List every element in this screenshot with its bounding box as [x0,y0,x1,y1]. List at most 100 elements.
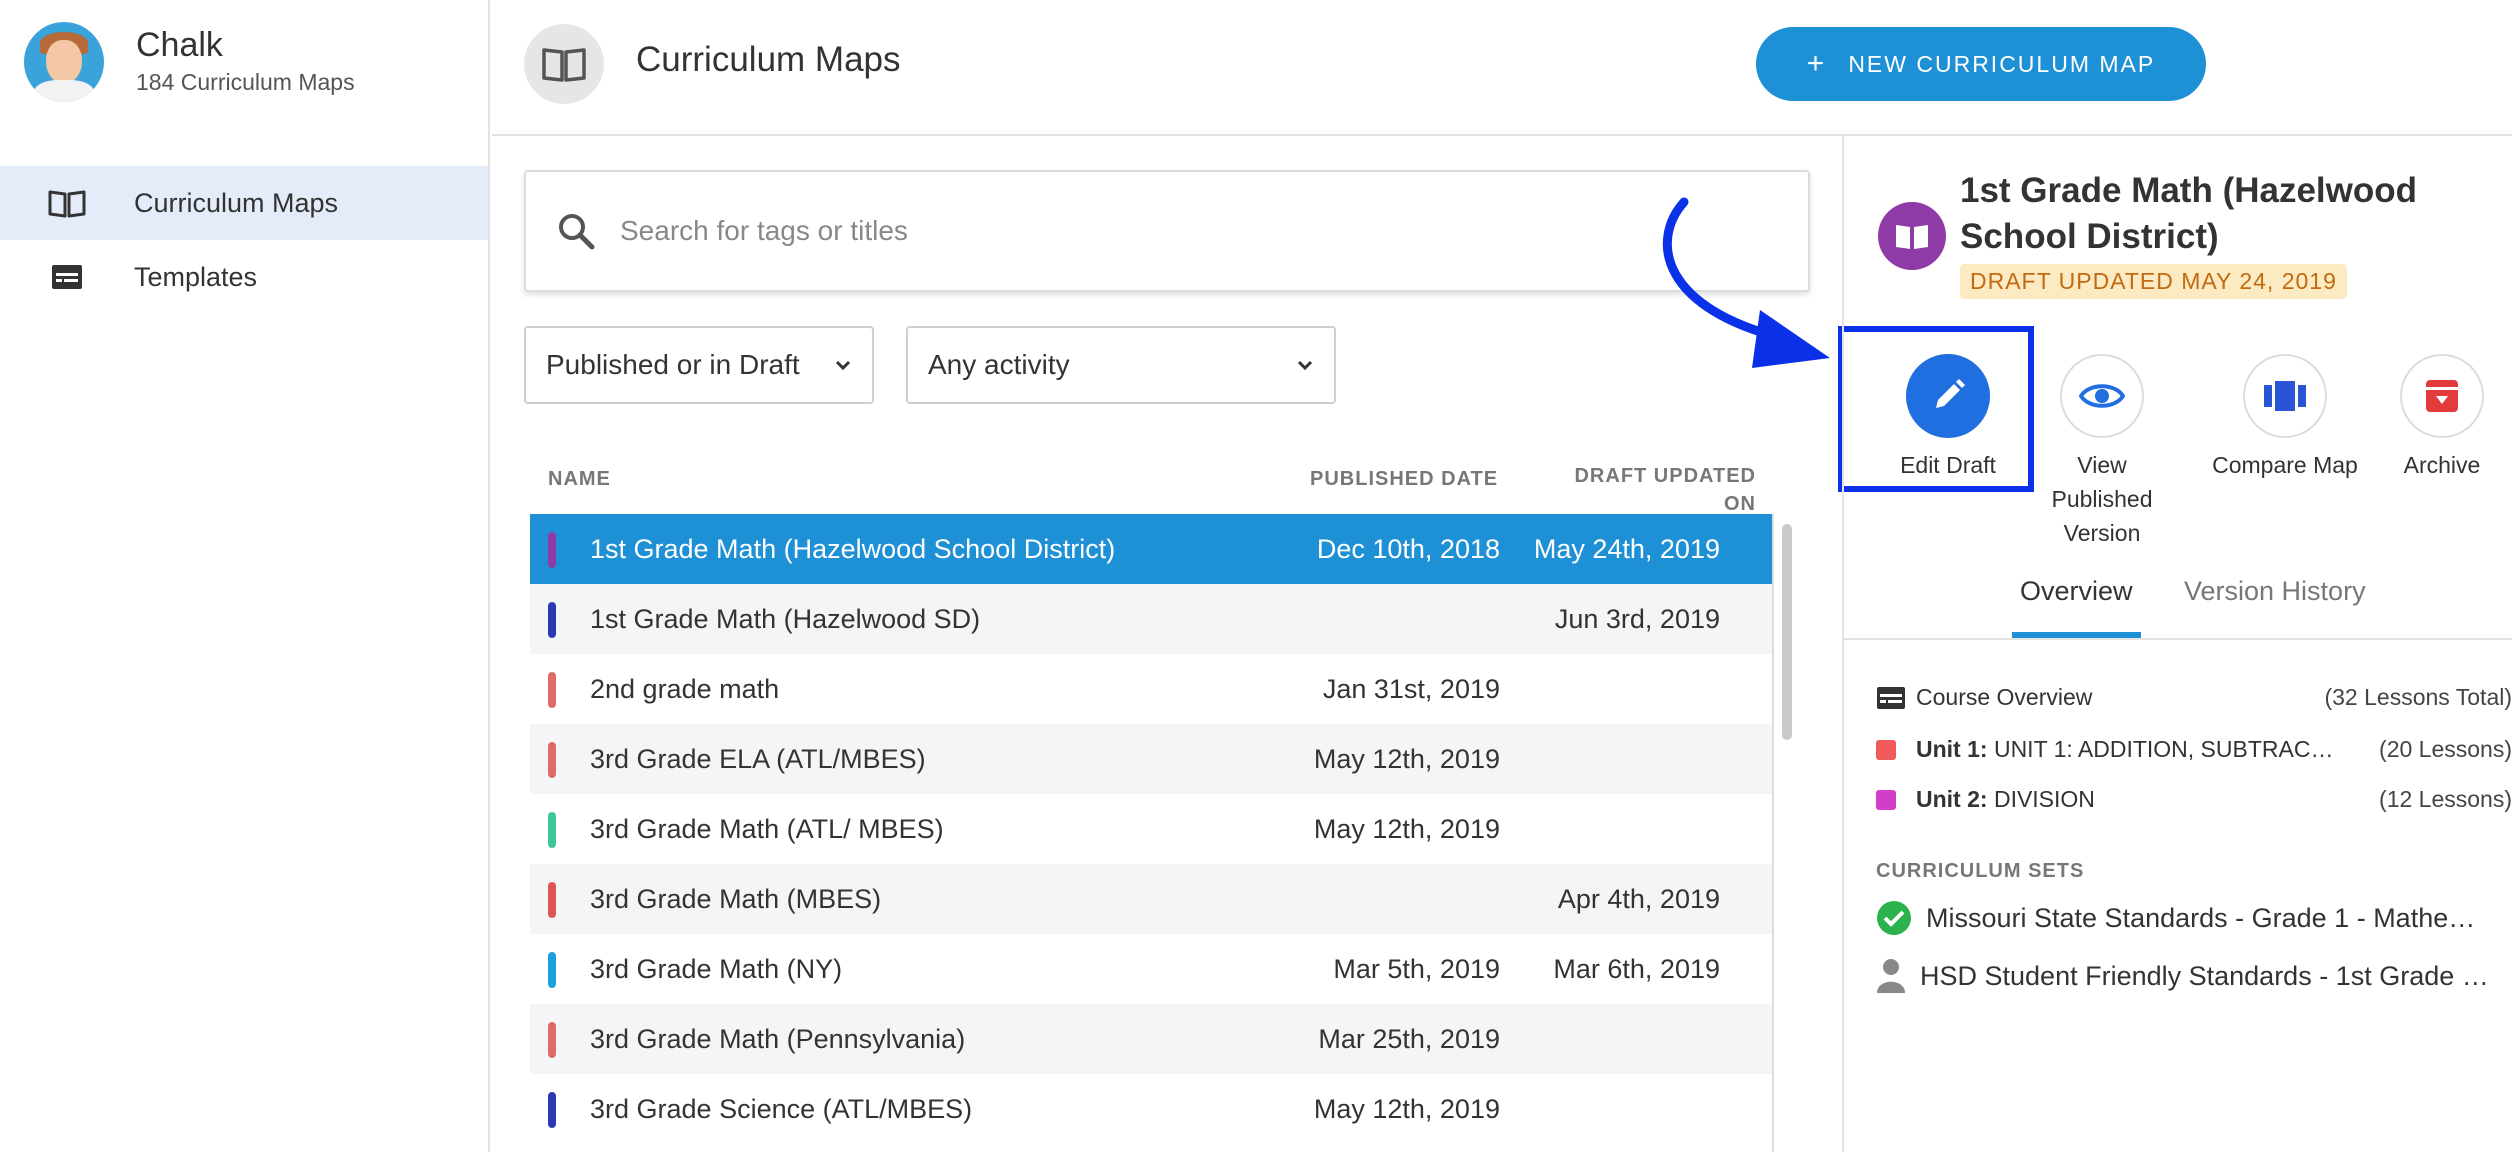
check-circle-icon [1877,901,1911,935]
curriculum-set-label: Missouri State Standards - Grade 1 - Mat… [1926,902,2496,933]
color-marker [548,1022,556,1058]
sidebar-item-templates[interactable]: Templates [0,240,488,314]
book-icon [48,188,86,218]
book-icon [1878,202,1946,270]
sidebar-item-curriculum-maps[interactable]: Curriculum Maps [0,166,488,240]
column-header-published[interactable]: PUBLISHED DATE [1310,468,1498,491]
view-published-button[interactable]: View Published Version [2032,354,2172,550]
compare-map-label: Compare Map [2212,452,2358,478]
row-name: 3rd Grade Math (MBES) [590,883,882,914]
sidebar: Chalk 184 Curriculum Maps Curriculum Map… [0,0,490,1152]
curriculum-sets-heading: CURRICULUM SETS [1876,860,2085,882]
status-filter-dropdown[interactable]: Published or in Draft [524,326,874,404]
plus-icon: + [1806,47,1827,80]
archive-button[interactable]: Archive [2372,354,2512,482]
pencil-icon [1906,354,1990,438]
new-curriculum-map-label: NEW CURRICULUM MAP [1848,50,2156,77]
sidebar-item-label: Curriculum Maps [134,187,339,218]
compare-map-button[interactable]: Compare Map [2202,354,2368,482]
row-published-date: Jan 31st, 2019 [1322,673,1500,704]
color-marker [548,882,556,918]
color-marker [548,672,556,708]
row-name: 3rd Grade Math (ATL/ MBES) [590,813,944,844]
activity-filter-dropdown[interactable]: Any activity [906,326,1336,404]
curriculum-set-label: HSD Student Friendly Standards - 1st Gra… [1920,960,2490,991]
chevron-down-icon [835,360,851,371]
row-name: 2nd grade math [590,673,780,704]
row-published-date: May 12th, 2019 [1313,1093,1500,1124]
archive-icon [2400,354,2484,438]
eye-icon [2060,354,2144,438]
view-published-label: View Published Version [2051,452,2153,546]
archive-label: Archive [2403,452,2481,478]
unit-lesson-count: (12 Lessons) [2379,786,2512,812]
table-row[interactable]: 1st Grade Math (Hazelwood School Distric… [530,514,1772,584]
unit-lesson-count: (20 Lessons) [2379,736,2512,762]
course-overview-count: (32 Lessons Total) [2324,684,2512,710]
unit-color-marker [1876,739,1896,760]
template-icon [1877,686,1905,709]
curriculum-set-item[interactable]: Missouri State Standards - Grade 1 - Mat… [1876,900,2512,936]
table-row[interactable]: 2nd grade math Jan 31st, 2019 [530,654,1772,724]
color-marker [548,1092,556,1128]
table-row[interactable]: 1st Grade Math (Hazelwood SD) Jun 3rd, 2… [530,584,1772,654]
row-name: 3rd Grade ELA (ATL/MBES) [590,743,926,774]
new-curriculum-map-button[interactable]: + NEW CURRICULUM MAP [1756,27,2206,101]
curriculum-set-item[interactable]: HSD Student Friendly Standards - 1st Gra… [1876,958,2512,994]
row-draft-date: Jun 3rd, 2019 [1554,603,1720,634]
unit-name: UNIT 1: ADDITION, SUBTRACTION [1993,736,2336,762]
compare-icon [2243,354,2327,438]
table-row[interactable]: 3rd Grade Math (NY) Mar 5th, 2019 Mar 6t… [530,934,1772,1004]
color-marker [548,812,556,848]
unit-name: DIVISION [1993,786,2095,812]
chevron-down-icon [1297,360,1313,371]
table-row[interactable]: 3rd Grade Math (Pennsylvania) Mar 25th, … [530,1004,1772,1074]
search-input[interactable] [620,215,1720,247]
detail-panel: 1st Grade Math (Hazelwood School Distric… [1842,136,2512,1152]
row-published-date: May 12th, 2019 [1313,813,1500,844]
brand-subtitle: 184 Curriculum Maps [136,69,355,95]
course-overview-label: Course Overview [1916,684,2093,710]
unit-prefix: Unit 1: [1916,736,1988,762]
person-icon [1877,959,1905,993]
tab-overview[interactable]: Overview [2012,576,2141,638]
edit-draft-label: Edit Draft [1900,452,1996,478]
brand: Chalk 184 Curriculum Maps [24,22,355,102]
annotation-arrow [1662,197,1830,368]
course-overview-row[interactable]: Course Overview (32 Lessons Total) [1876,684,2512,711]
row-name: 1st Grade Math (Hazelwood School Distric… [590,533,1116,564]
color-marker [548,952,556,988]
scrollbar[interactable] [1782,524,1792,740]
unit-row[interactable]: Unit 1: UNIT 1: ADDITION, SUBTRACTION (2… [1876,736,2512,763]
tabs-divider [1844,638,2512,640]
avatar[interactable] [24,22,104,102]
row-draft-date: Mar 6th, 2019 [1553,953,1720,984]
edit-draft-button[interactable]: Edit Draft [1850,354,2046,482]
column-header-draft-updated[interactable]: DRAFT UPDATED ON [1560,462,1756,518]
page-title: Curriculum Maps [636,40,901,79]
color-marker [548,532,556,568]
color-marker [548,602,556,638]
color-marker [548,742,556,778]
table-row[interactable]: 3rd Grade Science (ATL/MBES) May 12th, 2… [530,1074,1772,1144]
book-icon [524,24,604,104]
row-name: 3rd Grade Math (Pennsylvania) [590,1023,966,1054]
unit-row[interactable]: Unit 2: DIVISION (12 Lessons) [1876,786,2512,813]
table-row[interactable]: 3rd Grade Math (MBES) Apr 4th, 2019 [530,864,1772,934]
tab-version-history[interactable]: Version History [2184,576,2366,638]
unit-color-marker [1876,789,1896,810]
table-row[interactable]: 3rd Grade Math (ATL/ MBES) May 12th, 201… [530,794,1772,864]
row-name: 3rd Grade Math (NY) [590,953,843,984]
row-published-date: May 12th, 2019 [1313,743,1500,774]
sidebar-nav: Curriculum Maps Templates [0,166,488,314]
curriculum-table: 1st Grade Math (Hazelwood School Distric… [530,514,1774,1152]
brand-name: Chalk [136,26,223,64]
row-draft-date: Apr 4th, 2019 [1557,883,1720,914]
table-row[interactable]: 3rd Grade ELA (ATL/MBES) May 12th, 2019 [530,724,1772,794]
sidebar-item-label: Templates [134,261,258,292]
column-header-name[interactable]: NAME [548,468,611,491]
row-draft-date: May 24th, 2019 [1533,534,1720,564]
activity-filter-value: Any activity [928,349,1070,380]
row-name: 1st Grade Math (Hazelwood SD) [590,603,981,634]
header: Curriculum Maps + NEW CURRICULUM MAP [492,0,2512,136]
